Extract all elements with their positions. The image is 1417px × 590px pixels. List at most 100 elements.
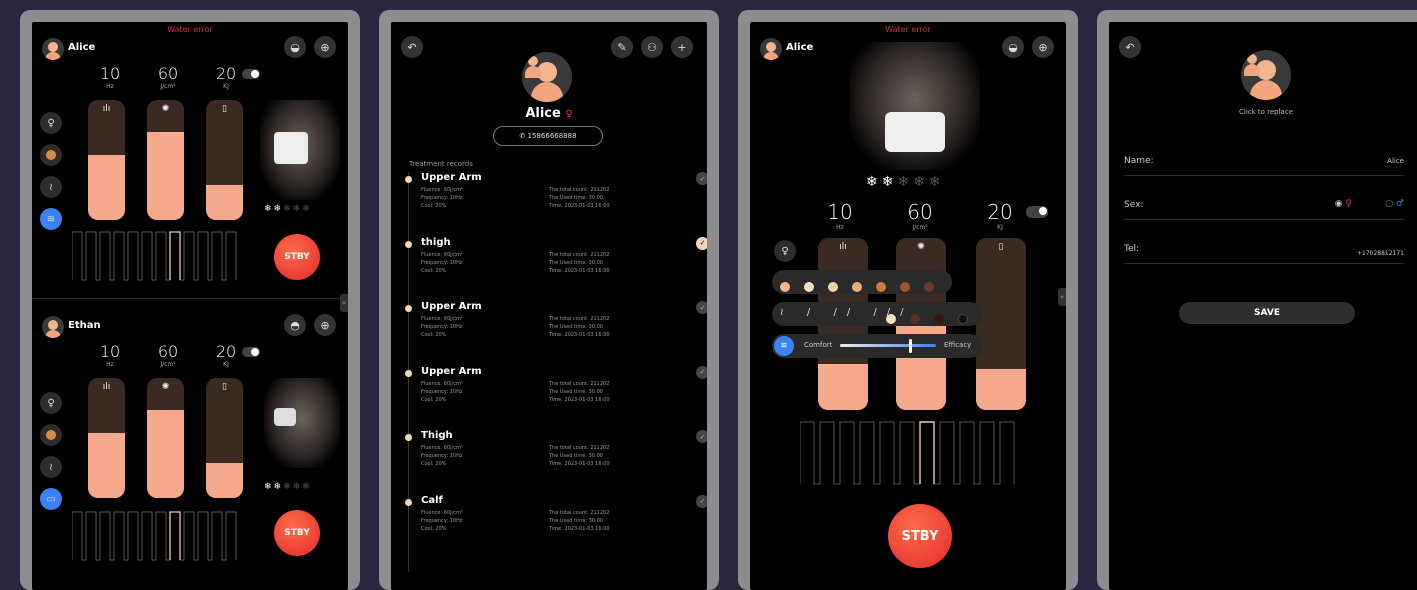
energy-bar[interactable]: ▯	[206, 378, 243, 498]
pulse-waveform	[800, 421, 1015, 485]
cooling-level-icon[interactable]: ❄❄❄❄❄	[264, 482, 312, 492]
toggle-switch[interactable]	[242, 347, 260, 357]
record-stats: The total count: 211202 The Used time: 30…	[549, 509, 610, 532]
check-icon[interactable]: ✓	[696, 301, 707, 314]
tel-row[interactable]: Tel: +17028812171	[1124, 244, 1404, 264]
record-title: Upper Arm	[421, 365, 482, 377]
sex-row[interactable]: Sex: ◉ ♀ ○ ♂	[1124, 199, 1404, 220]
save-button[interactable]: SAVE	[1179, 302, 1355, 324]
collapse-handle[interactable]: «	[1058, 288, 1066, 306]
timeline-dot	[405, 434, 412, 441]
female-radio[interactable]: ◉ ♀	[1335, 199, 1352, 209]
fluence-bar[interactable]: ✺	[147, 378, 184, 498]
replace-avatar-link[interactable]: Click to replace	[1109, 108, 1417, 116]
timeline-dot	[405, 305, 412, 312]
bulb-icon[interactable]: ♀	[40, 112, 62, 134]
stby-button[interactable]: STBY	[274, 510, 320, 556]
battery-icon: ▯	[222, 104, 227, 114]
zoom-icon[interactable]: ⊕	[314, 36, 336, 58]
check-icon[interactable]: ✓	[696, 172, 707, 185]
skin-tone-options[interactable]	[780, 277, 948, 296]
check-icon[interactable]: ✓	[696, 365, 707, 379]
sex-label: Sex:	[1124, 200, 1144, 210]
mode-icon[interactable]: ◓	[284, 314, 306, 336]
bulb-icon[interactable]: ♀	[40, 392, 62, 414]
toggle-switch[interactable]	[1026, 206, 1048, 218]
tel-field[interactable]: +17028812171	[1357, 250, 1404, 257]
toggle-switch[interactable]	[242, 69, 260, 79]
avatar[interactable]	[522, 52, 572, 102]
record-item[interactable]: Upper Arm Fluence: 60J/cm² Frequency: 10H…	[405, 365, 707, 403]
skin-tone-icon[interactable]	[40, 424, 62, 446]
timeline-dot	[405, 498, 412, 506]
phone-pill[interactable]: ✆ 15866668888	[493, 126, 603, 146]
back-icon[interactable]: ↶	[401, 36, 423, 58]
back-icon[interactable]: ↶	[1119, 36, 1141, 58]
edit-icon[interactable]: ✎	[611, 36, 633, 58]
energy-value: 20 KJ	[215, 64, 237, 90]
hair-icon[interactable]: ≀	[40, 176, 62, 198]
battery-icon: ▯	[998, 242, 1004, 252]
mode-select-icon[interactable]: ≋	[40, 208, 62, 230]
record-item[interactable]: Calf Fluence: 60J/cm² Frequency: 10Hz Cool…	[405, 494, 707, 532]
record-stats: The total count: 211202 The Used time: 30…	[549, 445, 610, 467]
check-icon[interactable]: ✓	[696, 494, 707, 508]
fluence-bar[interactable]: ✺	[147, 100, 184, 220]
avatar[interactable]	[760, 38, 782, 60]
slider-thumb[interactable]	[909, 339, 913, 353]
stby-button[interactable]: STBY	[274, 234, 320, 280]
record-params: Fluence: 60J/cm² Frequency: 10Hz Cool: 20%	[421, 251, 463, 274]
frequency-bar[interactable]: ılı	[88, 100, 125, 220]
record-params: Fluence: 60J/cm² Frequency: 10Hz Cool: 20%	[421, 445, 463, 467]
frequency-bar[interactable]: ılı	[88, 378, 125, 498]
stby-button[interactable]: STBY	[888, 504, 952, 568]
panel-treatment-records: ↶ ✎ ⚇ + Alice ♀ ✆ 15866668888 Treatment …	[379, 10, 719, 590]
avatar[interactable]	[1241, 50, 1291, 100]
fluence-value: 60 J/cm²	[157, 342, 179, 368]
energy-bar[interactable]: ▯	[976, 238, 1026, 410]
bars-icon: ılı	[102, 104, 111, 114]
add-icon[interactable]: +	[671, 36, 693, 58]
skin-tone-icon[interactable]	[40, 144, 62, 166]
avatar[interactable]	[42, 38, 64, 60]
name-field[interactable]: Alice	[1387, 157, 1404, 165]
skin-tone-selector[interactable]	[772, 270, 952, 294]
users-icon[interactable]: ⚇	[641, 36, 663, 58]
comfort-efficacy-slider[interactable]: ≋ Comfort Efficacy	[772, 334, 982, 358]
energy-value: 20 KJ	[987, 200, 1013, 231]
record-item[interactable]: thigh Fluence: 60J/cm² Frequency: 10Hz Coo…	[405, 236, 707, 274]
record-item[interactable]: Upper Arm Fluence: 60J/cm² Frequency: 10H…	[405, 301, 707, 338]
user-name: Alice	[786, 42, 814, 53]
screen-single: Water error Alice ◒ ⊕ ❄❄❄❄❄ 10 Hz 60 J/cm²…	[750, 22, 1066, 590]
cooling-level-icon[interactable]: ❄❄❄❄❄	[866, 174, 945, 190]
record-params: Fluence: 60J/cm² Frequency: 10Hz Cool: 20%	[421, 187, 463, 209]
name-row[interactable]: Name: Alice	[1124, 156, 1404, 176]
mode-icon[interactable]: ◒	[1002, 36, 1024, 58]
avatar[interactable]	[42, 316, 64, 338]
phone-icon: ✆	[519, 132, 526, 140]
pulse-waveform	[72, 231, 237, 281]
mode-select-icon[interactable]: ≋	[774, 336, 794, 356]
female-icon: ♀	[1345, 199, 1352, 209]
sun-icon: ✺	[161, 382, 170, 392]
record-stats: The total count: 211202 The Used time: 30…	[549, 187, 610, 209]
zoom-icon[interactable]: ⊕	[1032, 36, 1054, 58]
hair-icon[interactable]: ≀	[40, 456, 62, 478]
check-icon[interactable]: ✓	[696, 430, 707, 443]
hair-color-options[interactable]	[886, 309, 982, 328]
zoom-icon[interactable]: ⊕	[314, 314, 336, 336]
male-radio[interactable]: ○ ♂	[1385, 199, 1404, 209]
hair-type-selector[interactable]: ≀ / // ///	[772, 302, 982, 326]
collapse-handle[interactable]: «	[340, 294, 348, 312]
cooling-level-icon[interactable]: ❄❄❄❄❄	[264, 204, 312, 214]
slider-track[interactable]	[840, 344, 936, 347]
record-item[interactable]: Upper Arm Fluence: 60J/cm² Frequency: 10H…	[405, 172, 707, 209]
bulb-icon[interactable]: ♀	[774, 240, 796, 262]
screen-dual: Water error Alice ◒ ⊕ 10 Hz 60 J/cm² 20 KJ …	[32, 22, 348, 590]
mode-select-icon[interactable]: ▭	[40, 488, 62, 510]
mode-icon[interactable]: ◒	[284, 36, 306, 58]
record-item[interactable]: Thigh Fluence: 60J/cm² Frequency: 10Hz Coo…	[405, 430, 707, 467]
check-icon[interactable]: ✓	[696, 236, 707, 250]
energy-bar[interactable]: ▯	[206, 100, 243, 220]
sun-icon: ✺	[161, 104, 170, 114]
